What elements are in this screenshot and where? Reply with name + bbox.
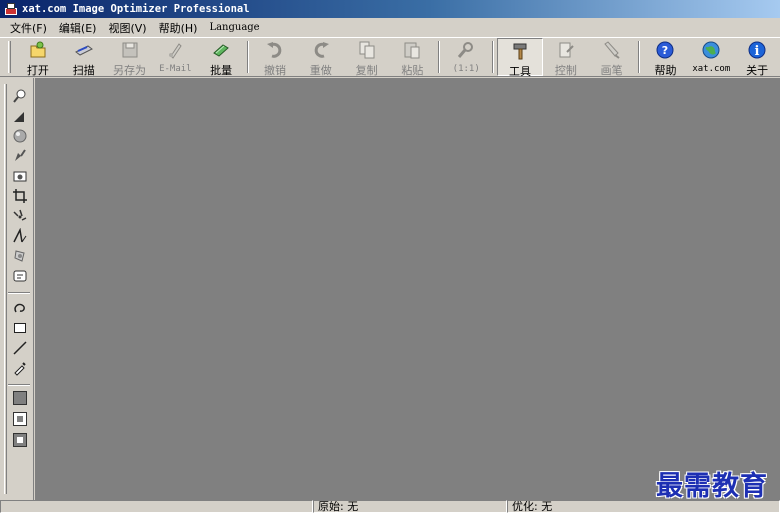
transform-tool-icon[interactable]	[12, 208, 28, 224]
menu-bar: 文件(F) 编辑(E) 视图(V) 帮助(H) Language	[0, 18, 780, 37]
about-button[interactable]: i 关于	[734, 38, 780, 77]
toolbar-separator	[637, 41, 640, 73]
title-bar: xat.com Image Optimizer Professional	[0, 0, 780, 18]
svg-text:i: i	[755, 44, 760, 59]
effect-tool-icon[interactable]	[12, 248, 28, 264]
tools-button[interactable]: 工具	[497, 38, 543, 78]
toolbar-separator	[247, 41, 250, 73]
rectangle-tool-icon[interactable]	[12, 320, 28, 336]
save-as-button[interactable]: 另存为	[107, 38, 153, 77]
stamp-tool-icon[interactable]	[12, 268, 28, 284]
open-folder-icon	[28, 40, 48, 60]
help-label: 帮助	[654, 64, 677, 77]
menu-language[interactable]: Language	[209, 22, 259, 33]
toolbar-separator	[438, 41, 441, 73]
batch-label: 批量	[210, 64, 233, 77]
fill-color-icon[interactable]	[12, 390, 28, 406]
menu-file[interactable]: 文件(F)	[10, 20, 47, 36]
open-label: 打开	[26, 64, 49, 77]
email-label: E-Mail	[159, 64, 192, 74]
app-icon	[4, 2, 18, 16]
camera-tool-icon[interactable]	[12, 168, 28, 184]
toolbox-grip[interactable]	[4, 84, 7, 494]
status-optimized: 优化: 无	[507, 500, 780, 513]
email-button[interactable]: E-Mail	[152, 38, 198, 76]
scanner-icon	[74, 40, 94, 60]
paste-label: 粘贴	[401, 64, 424, 77]
copy-label: 复制	[355, 64, 378, 77]
menu-help[interactable]: 帮助(H)	[159, 20, 198, 36]
paste-button[interactable]: 粘贴	[390, 38, 436, 77]
brush-button[interactable]: 画笔	[589, 38, 635, 77]
undo-button[interactable]: 撤销	[252, 38, 298, 77]
save-icon	[120, 40, 140, 60]
copy-icon	[357, 40, 377, 60]
status-bar: 原始: 无 优化: 无	[0, 500, 780, 513]
status-pane-left	[0, 500, 313, 513]
redo-button[interactable]: 重做	[298, 38, 344, 77]
copy-button[interactable]: 复制	[344, 38, 390, 77]
toolbar-grip[interactable]	[8, 41, 11, 73]
open-button[interactable]: 打开	[15, 38, 61, 77]
tools-label: 工具	[509, 65, 532, 78]
main-toolbar: 打开 扫描 另存为 E-Mail 批量 撤销 重做 复制 粘贴 (1:1) 工具…	[0, 37, 780, 78]
xat-label: xat.com	[692, 64, 731, 74]
control-label: 控制	[554, 64, 577, 77]
info-icon: i	[747, 40, 767, 60]
save-as-label: 另存为	[113, 64, 147, 77]
redo-label: 重做	[309, 64, 332, 77]
control-button[interactable]: 控制	[543, 38, 589, 77]
globe-icon	[701, 40, 721, 60]
xat-button[interactable]: xat.com	[688, 38, 734, 76]
brush-icon	[602, 40, 622, 60]
toolbox-separator	[8, 384, 30, 386]
window-title: xat.com Image Optimizer Professional	[22, 3, 250, 15]
tools-icon	[510, 41, 530, 61]
lasso-tool-icon[interactable]	[12, 300, 28, 316]
pen-tool-icon[interactable]	[12, 148, 28, 164]
text-tool-icon[interactable]	[12, 228, 28, 244]
crop-tool-icon[interactable]	[12, 188, 28, 204]
scan-button[interactable]: 扫描	[61, 38, 107, 77]
undo-icon	[265, 40, 285, 60]
batch-icon	[211, 40, 231, 60]
triangle-tool-icon[interactable]	[12, 108, 28, 124]
frame-square-icon[interactable]	[12, 432, 28, 448]
toolbox-separator	[8, 292, 30, 294]
toolbar-separator	[492, 41, 495, 73]
scan-label: 扫描	[72, 64, 95, 77]
sphere-tool-icon[interactable]	[12, 128, 28, 144]
batch-button[interactable]: 批量	[198, 38, 244, 77]
help-button[interactable]: ? 帮助	[643, 38, 689, 77]
redo-icon	[311, 40, 331, 60]
zoom-icon	[456, 40, 476, 60]
paste-icon	[402, 40, 422, 60]
eyedropper-tool-icon[interactable]	[12, 360, 28, 376]
zoom-tool-icon[interactable]	[12, 88, 28, 104]
svg-text:?: ?	[662, 44, 668, 57]
inner-square-icon[interactable]	[12, 411, 28, 427]
watermark: 最需教育	[656, 471, 768, 502]
about-label: 关于	[746, 64, 769, 77]
zoom-1-1-label: (1:1)	[452, 64, 480, 74]
help-icon: ?	[655, 40, 675, 60]
brush-label: 画笔	[600, 64, 623, 77]
email-icon	[165, 40, 185, 60]
zoom-1-1-button[interactable]: (1:1)	[443, 38, 489, 76]
undo-label: 撤销	[263, 64, 286, 77]
control-icon	[556, 40, 576, 60]
menu-edit[interactable]: 编辑(E)	[59, 20, 97, 36]
status-original: 原始: 无	[313, 500, 507, 513]
line-tool-icon[interactable]	[12, 340, 28, 356]
image-canvas[interactable]	[35, 78, 780, 500]
menu-view[interactable]: 视图(V)	[108, 20, 146, 36]
tool-palette	[0, 78, 34, 500]
